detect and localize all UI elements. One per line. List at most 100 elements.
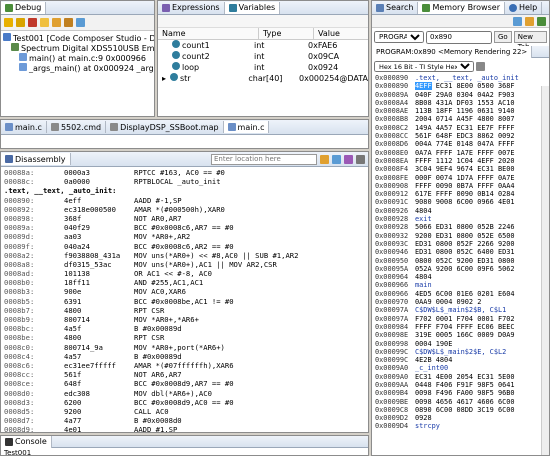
tab-map-file[interactable]: DisplayDSP_SSBoot.map bbox=[106, 121, 224, 133]
disassembly-row[interactable]: 0008ad: 101138 OR AC1 << #-8, AC0 bbox=[4, 269, 368, 278]
import-icon[interactable] bbox=[525, 16, 534, 26]
disassembly-row[interactable]: 00089a: 040f29 BCC #0x0008c6,AR7 == #0 bbox=[4, 223, 368, 232]
memory-row[interactable]: 0x000928 5066 ED31 0800 052B 2246 bbox=[375, 223, 549, 231]
tree-item-frame-args[interactable]: _args_main() at 0x000924 _args_m bbox=[3, 63, 154, 73]
disassembly-row[interactable]: 00089d: aa03 MOV *AR0+,AR2 bbox=[4, 232, 368, 241]
memory-row[interactable]: 0x00097A C$DW$L$_main$2$B, C$L1 bbox=[375, 306, 549, 314]
disassembly-row[interactable]: 0008b5: 6391 BCC #0x0008be,AC1 != #0 bbox=[4, 297, 368, 306]
memory-row[interactable]: 0x00089A 040F 29A0 0304 04A2 F903 bbox=[375, 91, 549, 99]
memory-row[interactable]: 0x0009C8 0890 6C00 08DD 3C19 6C00 bbox=[375, 406, 549, 414]
memory-row[interactable]: 0x00098E 319E 0005 166C 0009 D0A9 bbox=[375, 331, 549, 339]
step-return-icon[interactable] bbox=[64, 18, 73, 27]
memory-row[interactable]: 0x0009AA 0448 F406 F91F 98F5 0641 bbox=[375, 381, 549, 389]
memory-row[interactable]: 0x000966 4ED5 6C00 01E6 0201 E604 bbox=[375, 290, 549, 298]
disassembly-row[interactable]: 0008b0: 18ff11 AND #255,AC1,AC1 bbox=[4, 278, 368, 287]
refresh-icon[interactable] bbox=[513, 16, 522, 26]
tab-help[interactable]: Help bbox=[505, 1, 543, 14]
memory-row[interactable]: 0x00091C 9080 9008 6C00 0966 4E01 bbox=[375, 198, 549, 206]
suspend-icon[interactable] bbox=[16, 18, 25, 27]
memory-scrollbar[interactable] bbox=[541, 86, 549, 455]
step-into-icon[interactable] bbox=[40, 18, 49, 27]
new-tab-button[interactable]: New Tab bbox=[513, 31, 547, 51]
memory-row[interactable]: 0x0008FE 000F 0074 1D7A FFFF 0A7E bbox=[375, 174, 549, 182]
disassembly-row[interactable]: 0008b9: 800714 MOV *AR0+,*AR6+ bbox=[4, 315, 368, 324]
filter-icon[interactable] bbox=[344, 154, 353, 164]
memory-row[interactable]: 0x000964 4804 bbox=[375, 273, 549, 281]
memory-page-select[interactable]: PROGRAM bbox=[374, 31, 424, 43]
disassembly-row[interactable]: 0008cc: 561f NOT AR6,AR7 bbox=[4, 370, 368, 379]
location-input[interactable] bbox=[211, 153, 317, 165]
memory-row[interactable]: 0x000946 ED31 0800 052C 6400 ED31 bbox=[375, 248, 549, 256]
step-over-icon[interactable] bbox=[52, 18, 61, 27]
memory-row[interactable]: 0x0008E0 0A7A FFFF 1A7E FFFF 007E bbox=[375, 149, 549, 157]
disassembly-row[interactable]: 00088a: 0000a3 RPTCC #163, AC0 == #0 bbox=[4, 168, 368, 177]
disassembly-row[interactable]: 0008bc: 4a5f B #0x00089d bbox=[4, 324, 368, 333]
memory-row[interactable]: 0x0008C2 149A 4A57 EC31 EE7F FFFF bbox=[375, 124, 549, 132]
memory-row[interactable]: 0x000912 617E FFFF 0090 0B14 0284 bbox=[375, 190, 549, 198]
tree-item-frame-main[interactable]: main() at main.c:9 0x000966 bbox=[3, 53, 154, 63]
disassembly-row[interactable]: 0008ce: 648f BCC #0x0008d9,AR7 == #0 bbox=[4, 379, 368, 388]
tab-main-c-active[interactable]: main.c bbox=[223, 121, 270, 133]
column-value[interactable]: Value bbox=[314, 28, 340, 39]
memory-row[interactable]: 0x000966 main bbox=[375, 281, 549, 289]
disassembly-row[interactable]: 0008be: 4800 RPT CSR bbox=[4, 333, 368, 342]
memory-row[interactable]: 0x0009D4 strcpy bbox=[375, 422, 549, 430]
settings-icon[interactable] bbox=[476, 61, 485, 71]
disassembly-row[interactable]: 0008d9: 4e01 AADD #1,SP bbox=[4, 425, 368, 432]
memory-row[interactable]: 0x00097A F702 0001 F704 0001 F702 bbox=[375, 315, 549, 323]
variable-row[interactable]: count2 int 0x09CA bbox=[158, 51, 368, 62]
terminate-icon[interactable] bbox=[28, 18, 37, 27]
restart-icon[interactable] bbox=[76, 18, 85, 27]
disassembly-row[interactable]: 0008d5: 9200 CALL AC0 bbox=[4, 407, 368, 416]
memory-row[interactable]: 0x000932 9200 ED31 0800 052E 6500 bbox=[375, 232, 549, 240]
disassembly-row[interactable]: 000892: ec318e000500 AMAR *(#000500h),XAR0 bbox=[4, 205, 368, 214]
memory-row[interactable]: 0x0008F4 3C04 9EF4 9674 EC31 BE00 bbox=[375, 165, 549, 173]
memory-row[interactable]: 0x00099C C$DW$L$_main$2$E, C$L2 bbox=[375, 348, 549, 356]
tab-search[interactable]: Search bbox=[372, 1, 419, 14]
memory-row[interactable]: 0x000908 FFFF 0090 0B7A FFFF 0AA4 bbox=[375, 182, 549, 190]
variable-row[interactable]: ▸ str char[40] 0x000254@DATA bbox=[158, 73, 368, 84]
memory-row[interactable]: 0x00099C 4E2B 4804 bbox=[375, 356, 549, 364]
tab-memory-browser[interactable]: Memory Browser bbox=[418, 1, 505, 14]
tab-expressions[interactable]: Expressions bbox=[158, 1, 225, 14]
tab-console[interactable]: Console bbox=[1, 436, 52, 448]
memory-row[interactable]: 0x00095A 052A 9200 6C00 09F6 5062 bbox=[375, 265, 549, 273]
tab-memory-rendering[interactable]: PROGRAM:0x890 <Memory Rendering 22> bbox=[372, 45, 533, 58]
go-button[interactable]: Go bbox=[494, 31, 512, 43]
memory-row[interactable]: 0x0009D2 0928 bbox=[375, 414, 549, 422]
memory-row[interactable]: 0x000928 exit bbox=[375, 215, 549, 223]
memory-row[interactable]: 0x000890 4EFF EC31 8E00 0500 368F bbox=[375, 82, 549, 91]
disassembly-row[interactable]: 000898: 368f NOT AR0,AR7 bbox=[4, 214, 368, 223]
memory-row[interactable]: 0x0008D6 004A 774E 0148 047A FFFF bbox=[375, 140, 549, 148]
disassembly-row[interactable]: 0008b7: 4800 RPT CSR bbox=[4, 306, 368, 315]
memory-row[interactable]: 0x0009A0 _c_int00 bbox=[375, 364, 549, 372]
selected-word[interactable]: 4EFF bbox=[415, 82, 432, 91]
resume-icon[interactable] bbox=[4, 18, 13, 27]
disassembly-row[interactable]: 0008d0: edc308 MOV dbl(*AR6+),AC0 bbox=[4, 389, 368, 398]
tree-item-session[interactable]: Test001 [Code Composer Studio - Devi bbox=[3, 33, 154, 43]
sync-icon[interactable] bbox=[332, 154, 341, 164]
disassembly-row[interactable]: 0008a2: f9038808_431a MOV uns(*AR0+) << #8… bbox=[4, 251, 368, 260]
memory-row[interactable]: 0x0008AE 113B 18FF 1196 0631 9140 bbox=[375, 107, 549, 115]
disassembly-row[interactable]: 000890: 4eff AADD #-1,SP bbox=[4, 196, 368, 205]
menu-icon[interactable] bbox=[356, 154, 365, 164]
tab-disassembly[interactable]: Disassembly bbox=[1, 153, 71, 165]
variable-row[interactable]: loop int 0x0924 bbox=[158, 62, 368, 73]
memory-row[interactable]: 0x0008EA FFFF 1112 1C04 4EFF 2020 bbox=[375, 157, 549, 165]
disassembly-row[interactable]: 00088c: 0a0000 RPTBLOCAL _auto_init bbox=[4, 177, 368, 186]
disassembly-row[interactable]: 0008b3: 900e MOV AC0,XAR6 bbox=[4, 287, 368, 296]
tree-item-emulator[interactable]: Spectrum Digital XDS510USB Emula bbox=[3, 43, 154, 53]
memory-row[interactable]: 0x000970 0AA9 0004 0902 2 bbox=[375, 298, 549, 306]
disassembly-row[interactable]: 0008c4: 4a57 B #0x00089d bbox=[4, 352, 368, 361]
memory-row[interactable]: 0x0008CC 561F 648F EDC3 8862 0092 bbox=[375, 132, 549, 140]
tab-variables[interactable]: Variables bbox=[224, 1, 281, 14]
column-type[interactable]: Type bbox=[259, 28, 314, 39]
memory-row[interactable]: 0x0009A0 EC31 4E00 2054 EC31 5E00 bbox=[375, 373, 549, 381]
memory-row[interactable]: 0x0008B8 2004 0714 A45F 4800 8007 bbox=[375, 115, 549, 123]
disassembly-row[interactable]: .text, __text, _auto_init: bbox=[4, 186, 368, 195]
memory-row[interactable]: 0x000984 FFFF F704 FFFF EC06 BEEC bbox=[375, 323, 549, 331]
memory-row[interactable]: 0x000950 0800 052C 9200 ED31 0800 bbox=[375, 257, 549, 265]
disassembly-row[interactable]: 0008a8: df0315_53ac MOV uns(*AR0+),AC1 || … bbox=[4, 260, 368, 269]
memory-row[interactable]: 0x0008A4 8B08 431A DF03 1553 AC10 bbox=[375, 99, 549, 107]
variable-row[interactable]: count1 int 0xFAE6 bbox=[158, 40, 368, 51]
